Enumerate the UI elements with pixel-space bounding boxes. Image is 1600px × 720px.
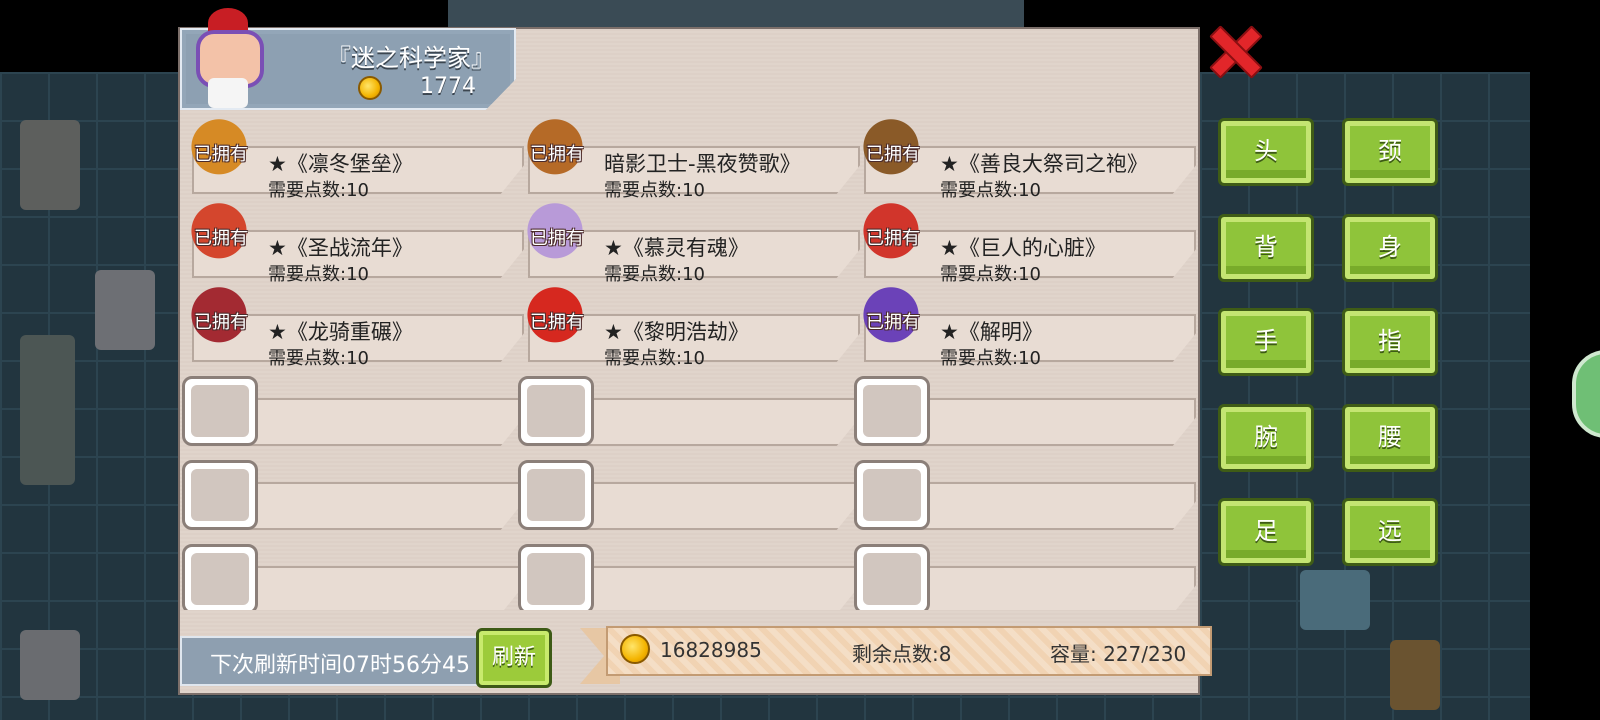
background-plant bbox=[20, 335, 75, 485]
close-icon[interactable] bbox=[1208, 24, 1258, 74]
item-cost: 需要点数:10 bbox=[268, 264, 369, 285]
background-lantern bbox=[1390, 640, 1440, 710]
refresh-button[interactable]: 刷新 bbox=[476, 628, 552, 688]
item-name: ★《善良大祭司之袍》 bbox=[940, 152, 1148, 176]
item-name: ★《凛冬堡垒》 bbox=[268, 152, 413, 176]
item-cost: 需要点数:10 bbox=[940, 264, 1041, 285]
shop-item[interactable]: 已拥有 ★《凛冬堡垒》 需要点数:10 bbox=[182, 118, 524, 201]
empty-item-slot[interactable] bbox=[182, 538, 524, 610]
empty-slot-icon bbox=[182, 544, 258, 610]
empty-slot-icon bbox=[518, 544, 594, 610]
empty-slot-icon bbox=[182, 376, 258, 446]
empty-slot-icon bbox=[518, 376, 594, 446]
category-button[interactable]: 手 bbox=[1218, 308, 1314, 376]
empty-item-slot[interactable] bbox=[518, 454, 860, 530]
shop-item[interactable]: 已拥有 暗影卫士-黑夜赞歌》 需要点数:10 bbox=[518, 118, 860, 201]
empty-item-slot[interactable] bbox=[518, 538, 860, 610]
item-name: ★《巨人的心脏》 bbox=[940, 236, 1106, 260]
category-button[interactable]: 远 bbox=[1342, 498, 1438, 566]
owned-label: 已拥有 bbox=[194, 312, 248, 333]
item-cost: 需要点数:10 bbox=[268, 180, 369, 201]
shop-item[interactable]: 已拥有 ★《慕灵有魂》 需要点数:10 bbox=[518, 202, 860, 285]
npc-avatar bbox=[186, 8, 272, 110]
empty-slot-icon bbox=[854, 376, 930, 446]
category-button[interactable]: 背 bbox=[1218, 214, 1314, 282]
gold-coin-icon bbox=[358, 76, 382, 100]
category-button[interactable]: 颈 bbox=[1342, 118, 1438, 186]
owned-label: 已拥有 bbox=[530, 312, 584, 333]
shop-item[interactable]: 已拥有 ★《善良大祭司之袍》 需要点数:10 bbox=[854, 118, 1196, 201]
owned-label: 已拥有 bbox=[866, 312, 920, 333]
background-npc-3 bbox=[20, 630, 80, 700]
item-cost: 需要点数:10 bbox=[604, 264, 705, 285]
shop-item[interactable]: 已拥有 ★《黎明浩劫》 需要点数:10 bbox=[518, 286, 860, 369]
empty-item-slot[interactable] bbox=[182, 454, 524, 530]
category-button[interactable]: 头 bbox=[1218, 118, 1314, 186]
owned-label: 已拥有 bbox=[866, 144, 920, 165]
item-cost: 需要点数:10 bbox=[940, 180, 1041, 201]
owned-label: 已拥有 bbox=[194, 228, 248, 249]
category-button[interactable]: 腰 bbox=[1342, 404, 1438, 472]
background-robot bbox=[1300, 570, 1370, 630]
npc-title: 『迷之科学家』 bbox=[327, 44, 495, 72]
item-cost: 需要点数:10 bbox=[604, 348, 705, 369]
category-button[interactable]: 指 bbox=[1342, 308, 1438, 376]
refresh-timer: 下次刷新时间07时56分45 bbox=[210, 653, 470, 678]
owned-label: 已拥有 bbox=[530, 144, 584, 165]
owned-label: 已拥有 bbox=[530, 228, 584, 249]
background-npc-2 bbox=[95, 270, 155, 350]
item-name: ★《解明》 bbox=[940, 320, 1043, 344]
player-money: 16828985 bbox=[660, 638, 762, 662]
owned-label: 已拥有 bbox=[866, 228, 920, 249]
capacity: 容量: 227/230 bbox=[1050, 642, 1187, 666]
empty-item-slot[interactable] bbox=[854, 454, 1196, 530]
category-button[interactable]: 身 bbox=[1342, 214, 1438, 282]
empty-item-slot[interactable] bbox=[518, 370, 860, 446]
empty-slot-icon bbox=[854, 544, 930, 610]
item-grid: 已拥有 ★《凛冬堡垒》 需要点数:10 已拥有 暗影卫士-黑夜赞歌》 需要点数:10 已拥有… bbox=[182, 118, 1200, 610]
item-name: ★《黎明浩劫》 bbox=[604, 320, 749, 344]
owned-label: 已拥有 bbox=[194, 144, 248, 165]
item-name: ★《圣战流年》 bbox=[268, 236, 413, 260]
npc-money: 1774 bbox=[420, 74, 476, 99]
gold-coin-icon bbox=[620, 634, 650, 664]
item-name: ★《龙骑重碾》 bbox=[268, 320, 413, 344]
item-cost: 需要点数:10 bbox=[604, 180, 705, 201]
empty-item-slot[interactable] bbox=[854, 538, 1196, 610]
empty-slot-icon bbox=[182, 460, 258, 530]
category-button[interactable]: 足 bbox=[1218, 498, 1314, 566]
item-cost: 需要点数:10 bbox=[940, 348, 1041, 369]
item-cost: 需要点数:10 bbox=[268, 348, 369, 369]
item-name: ★《慕灵有魂》 bbox=[604, 236, 749, 260]
remaining-points: 剩余点数:8 bbox=[852, 642, 952, 666]
category-button[interactable]: 腕 bbox=[1218, 404, 1314, 472]
shop-item[interactable]: 已拥有 ★《龙骑重碾》 需要点数:10 bbox=[182, 286, 524, 369]
empty-item-slot[interactable] bbox=[854, 370, 1196, 446]
background-npc-1 bbox=[20, 120, 80, 210]
empty-item-slot[interactable] bbox=[182, 370, 524, 446]
shop-item[interactable]: 已拥有 ★《圣战流年》 需要点数:10 bbox=[182, 202, 524, 285]
shop-item[interactable]: 已拥有 ★《巨人的心脏》 需要点数:10 bbox=[854, 202, 1196, 285]
item-name: 暗影卫士-黑夜赞歌》 bbox=[604, 152, 801, 176]
empty-slot-icon bbox=[518, 460, 594, 530]
shop-item[interactable]: 已拥有 ★《解明》需要点数:10 bbox=[854, 286, 1196, 369]
empty-slot-icon bbox=[854, 460, 930, 530]
